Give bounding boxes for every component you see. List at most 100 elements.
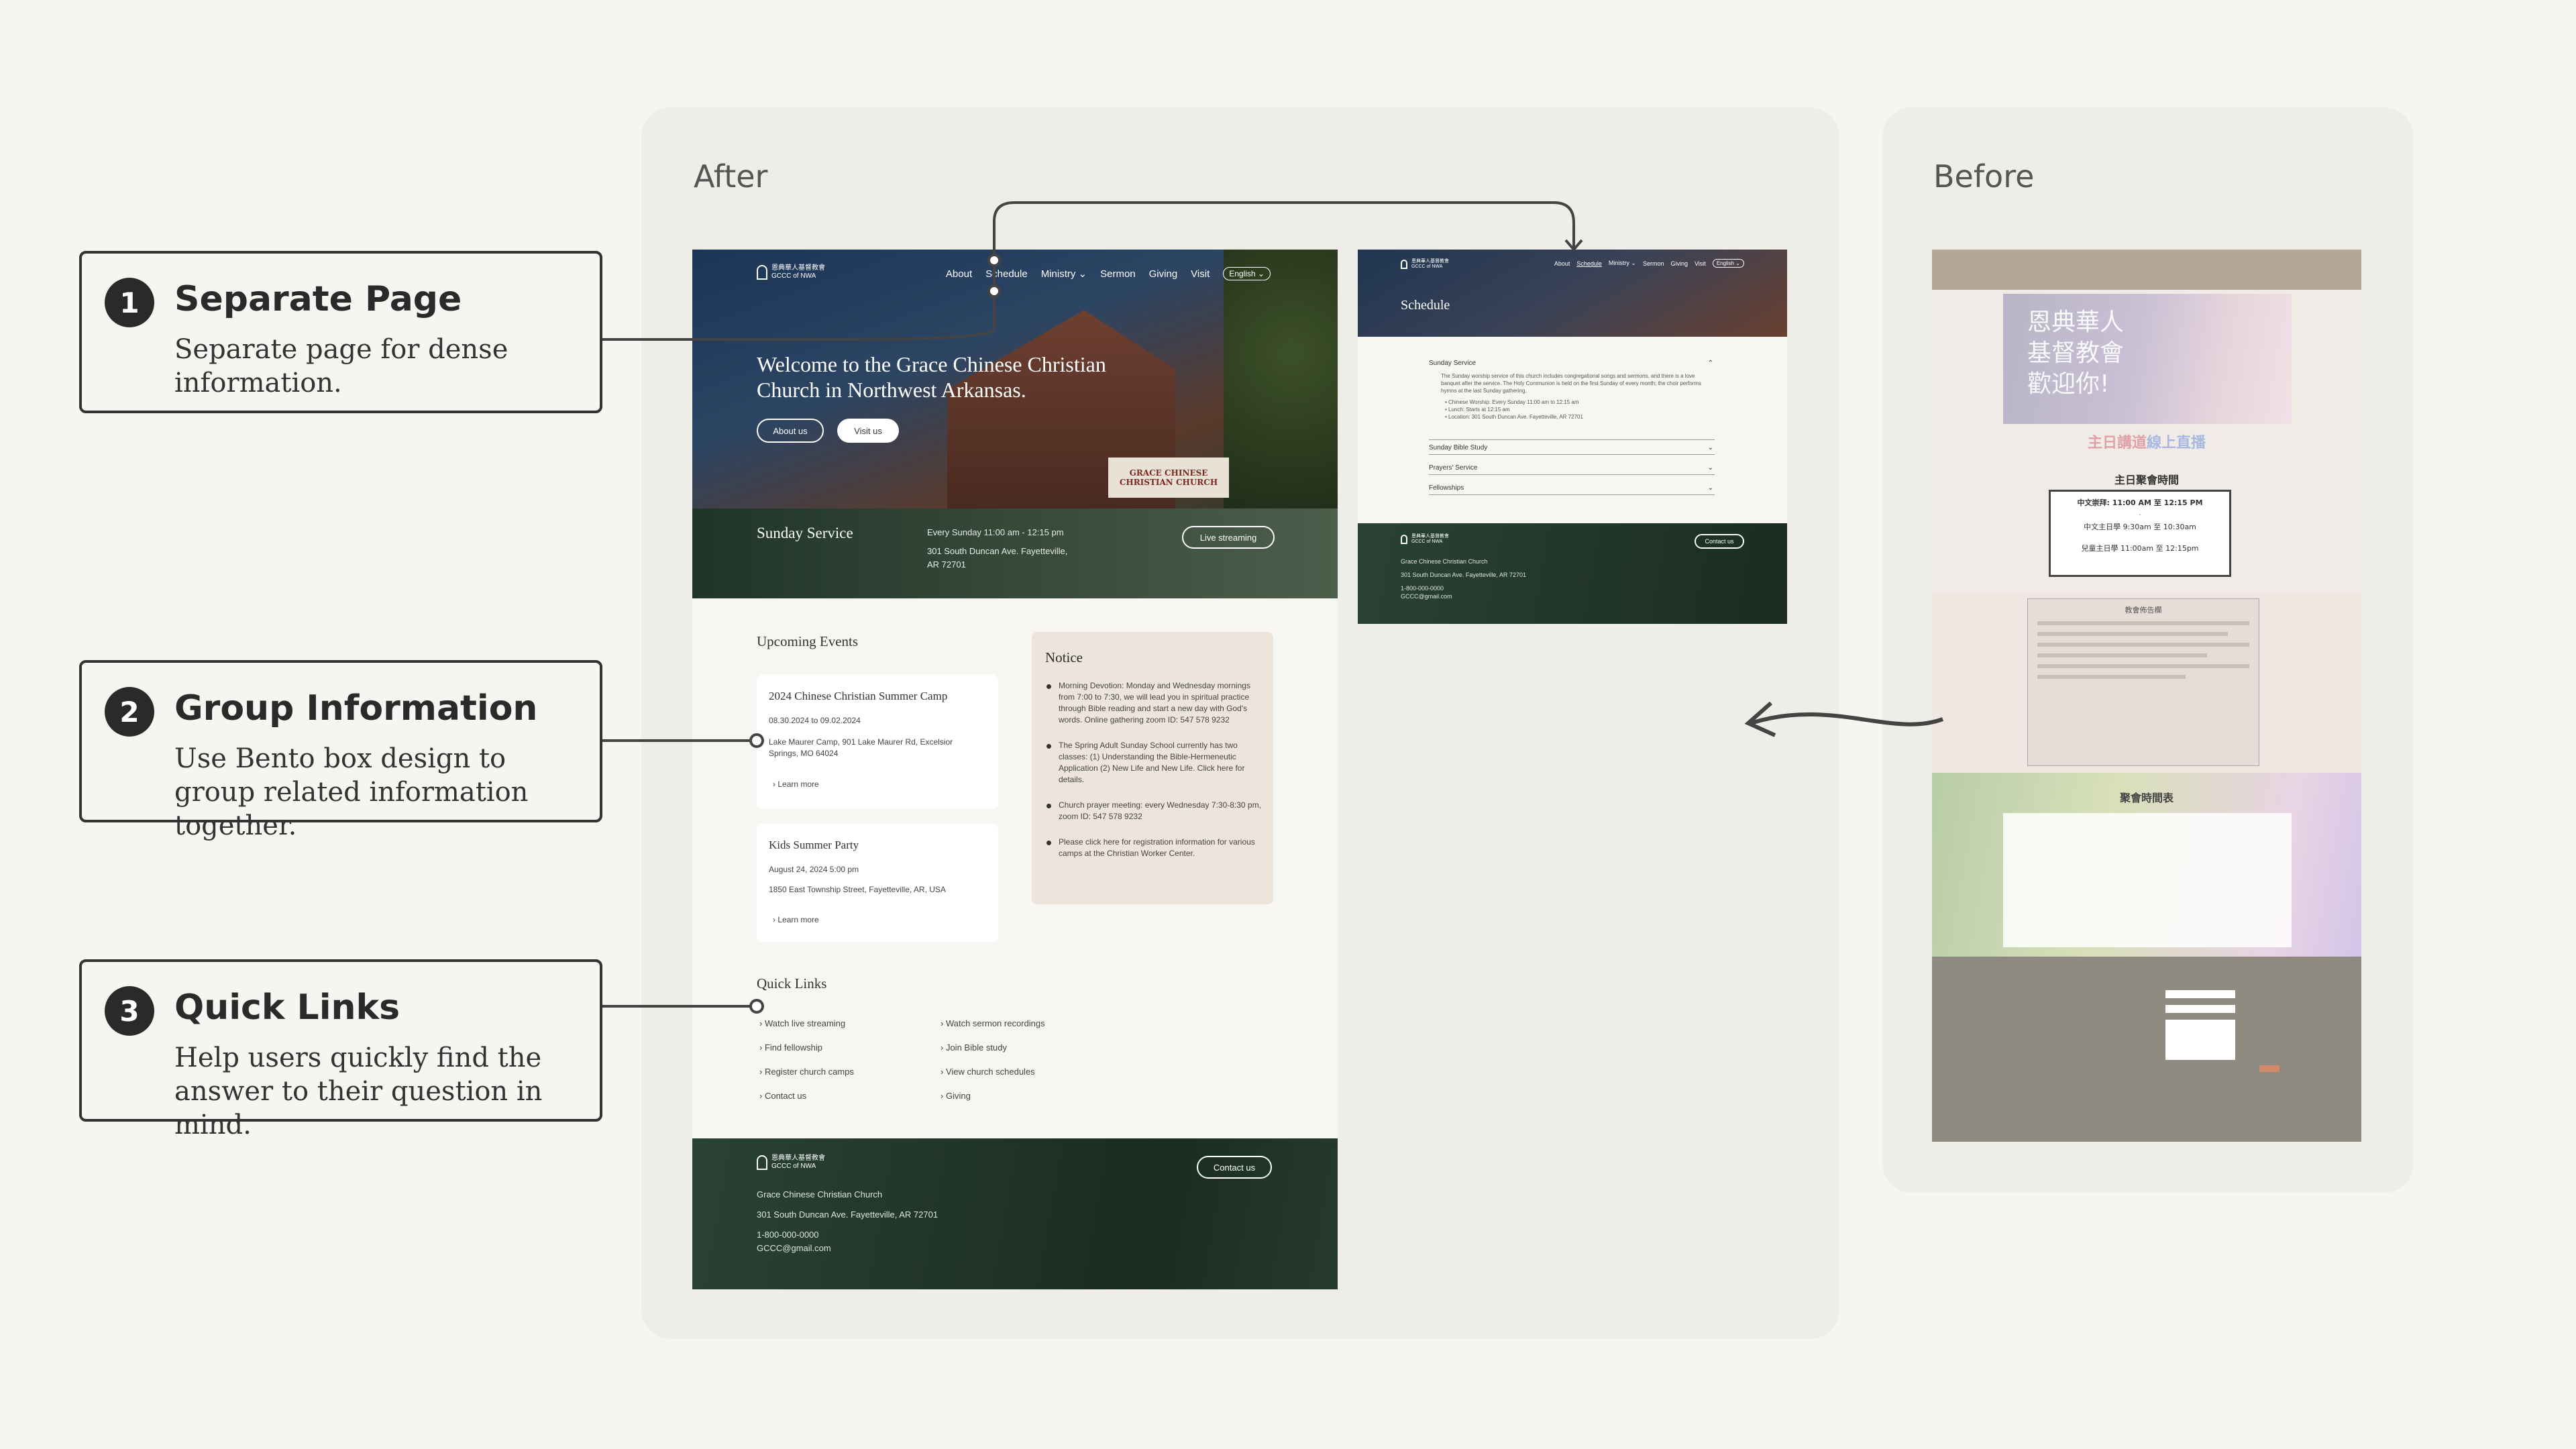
sunday-service-address: 301 South Duncan Ave. Fayetteville, AR 7…	[927, 546, 1068, 570]
nav-about[interactable]: About	[946, 268, 972, 280]
event-card[interactable]: 2024 Chinese Christian Summer Camp 08.30…	[757, 675, 998, 809]
quick-link[interactable]: › Giving	[941, 1091, 971, 1101]
main-nav: About Schedule Ministry ⌄ Sermon Giving …	[946, 267, 1271, 280]
schedule-title: Schedule	[1401, 298, 1450, 313]
chevron-down-icon: ⌄	[1707, 464, 1713, 472]
service-bullet: • Lunch: Starts at 12:15 am	[1445, 407, 1510, 413]
callout-desc: Separate page for dense information.	[174, 334, 508, 398]
nav-sermon[interactable]: Sermon	[1100, 268, 1136, 280]
site-logo[interactable]: 恩典華人基督教會 GCCC of NWA	[757, 264, 825, 280]
callout-separate-page: 1 Separate Page Separate page for dense …	[79, 251, 602, 413]
quick-link[interactable]: › Contact us	[759, 1091, 806, 1101]
chevron-right-icon: ›	[773, 780, 775, 789]
site-logo[interactable]: 恩典華人基督教會 GCCC of NWA	[1401, 259, 1449, 270]
before-label: Before	[1933, 158, 2035, 195]
event-title: 2024 Chinese Christian Summer Camp	[769, 690, 948, 702]
old-hero-banner: 恩典華人 基督教會 歡迎你!	[2003, 294, 2292, 424]
contact-us-button[interactable]: Contact us	[1695, 534, 1744, 549]
quick-link[interactable]: › Register church camps	[759, 1067, 854, 1077]
sunday-service-bar: Sunday Service Every Sunday 11:00 am - 1…	[692, 508, 1338, 598]
site-footer: 恩典華人基督教會 GCCC of NWA Grace Chinese Christ…	[692, 1138, 1338, 1289]
accordion-sunday-service[interactable]: Sunday Service ⌃ The Sunday worship serv…	[1429, 360, 1715, 440]
callout-title: Group Information	[174, 688, 538, 729]
notice-list: Morning Devotion: Monday and Wednesday m…	[1046, 680, 1261, 873]
callout-title: Quick Links	[174, 987, 400, 1028]
church-sign: GRACE CHINESE CHRISTIAN CHURCH	[1108, 458, 1229, 498]
callout-number: 3	[105, 986, 154, 1036]
old-contact-message-field[interactable]	[2165, 1020, 2235, 1060]
schedule-nav: About Schedule Ministry ⌄ Sermon Giving …	[1554, 259, 1744, 268]
old-footer	[1932, 957, 2361, 1142]
quick-link[interactable]: › View church schedules	[941, 1067, 1035, 1077]
event-place: 1850 East Township Street, Fayetteville,…	[769, 885, 946, 894]
event-card[interactable]: Kids Summer Party August 24, 2024 5:00 p…	[757, 824, 998, 942]
footer-logo: 恩典華人基督教會 GCCC of NWA	[757, 1155, 825, 1171]
learn-more-link[interactable]: › Learn more	[773, 780, 819, 789]
event-place: Lake Maurer Camp, 901 Lake Maurer Rd, Ex…	[769, 737, 953, 758]
old-schedule-table	[2003, 813, 2292, 947]
church-logo-icon	[1401, 535, 1407, 544]
callout-group-information: 2 Group Information Use Bento box design…	[79, 660, 602, 841]
learn-more-link[interactable]: › Learn more	[773, 915, 819, 924]
nav-schedule[interactable]: Schedule	[1576, 260, 1602, 267]
service-bullet: • Location: 301 South Duncan Ave. Fayett…	[1445, 414, 1583, 420]
sunday-service-time: Every Sunday 11:00 am - 12:15 pm	[927, 527, 1064, 537]
footer-email[interactable]: GCCC@gmail.com	[1401, 593, 1452, 600]
quick-link[interactable]: › Find fellowship	[759, 1042, 822, 1053]
footer-email[interactable]: GCCC@gmail.com	[757, 1243, 831, 1253]
notice-item: Please click here for registration infor…	[1046, 837, 1261, 859]
footer-church-name: Grace Chinese Christian Church	[1401, 558, 1488, 565]
quick-link[interactable]: › Watch live streaming	[759, 1018, 845, 1028]
about-us-button[interactable]: About us	[757, 419, 824, 443]
language-select[interactable]: English ⌄	[1712, 259, 1744, 268]
nav-giving[interactable]: Giving	[1670, 260, 1688, 267]
footer-address: 301 South Duncan Ave. Fayetteville, AR 7…	[1401, 572, 1526, 578]
live-streaming-button[interactable]: Live streaming	[1182, 526, 1275, 549]
old-service-box: 中文崇拜: 11:00 AM 至 12:15 PM · 中文主日學 9:30am…	[2049, 490, 2231, 577]
upcoming-events-title: Upcoming Events	[757, 633, 859, 649]
quick-link[interactable]: › Join Bible study	[941, 1042, 1007, 1053]
callout-title: Separate Page	[174, 279, 462, 319]
quick-links-title: Quick Links	[757, 975, 827, 991]
nav-visit[interactable]: Visit	[1695, 260, 1706, 267]
event-date: 08.30.2024 to 09.02.2024	[769, 716, 861, 725]
nav-sermon[interactable]: Sermon	[1643, 260, 1664, 267]
accordion-bible-study[interactable]: Sunday Bible Study ⌄	[1429, 444, 1715, 455]
old-service-heading: 主日聚會時間	[2114, 474, 2179, 486]
nav-schedule[interactable]: Schedule	[985, 268, 1028, 280]
accordion-fellowships[interactable]: Fellowships ⌄	[1429, 484, 1715, 495]
old-contact-name-field[interactable]	[2165, 990, 2235, 998]
chevron-down-icon: ⌄	[1707, 444, 1713, 451]
accordion-prayers-service[interactable]: Prayers' Service ⌄	[1429, 464, 1715, 475]
old-submit-button[interactable]	[2259, 1065, 2279, 1072]
hero-title: Welcome to the Grace Chinese Christian C…	[757, 352, 1106, 402]
chevron-down-icon: ⌄	[1078, 268, 1087, 280]
nav-about[interactable]: About	[1554, 260, 1570, 267]
quick-link[interactable]: › Watch sermon recordings	[941, 1018, 1045, 1028]
old-notice-title: 教會佈告欄	[2125, 606, 2162, 614]
old-hero-text: 恩典華人 基督教會 歡迎你!	[2027, 309, 2125, 398]
notice-title: Notice	[1045, 649, 1083, 665]
church-logo-icon	[757, 1155, 767, 1170]
language-select[interactable]: English ⌄	[1223, 267, 1271, 280]
nav-ministry[interactable]: Ministry ⌄	[1609, 260, 1636, 267]
nav-ministry[interactable]: Ministry ⌄	[1041, 268, 1087, 280]
notice-item: Morning Devotion: Monday and Wednesday m…	[1046, 680, 1261, 726]
callout-quick-links: 3 Quick Links Help users quickly find th…	[79, 959, 602, 1140]
old-nav-bar	[1932, 250, 2361, 290]
footer-phone: 1-800-000-0000	[1401, 585, 1444, 592]
footer-phone: 1-800-000-0000	[757, 1230, 819, 1240]
footer-logo: 恩典華人基督教會 GCCC of NWA	[1401, 534, 1449, 545]
nav-giving[interactable]: Giving	[1149, 268, 1178, 280]
visit-us-button[interactable]: Visit us	[837, 419, 899, 443]
service-description: The Sunday worship service of this churc…	[1441, 373, 1702, 394]
event-title: Kids Summer Party	[769, 839, 859, 851]
old-contact-email-field[interactable]	[2165, 1005, 2235, 1013]
old-schedule-section: 聚會時間表	[1932, 773, 2361, 957]
contact-us-button[interactable]: Contact us	[1197, 1156, 1272, 1179]
service-bullet: • Chinese Worship: Every Sunday 11:00 am…	[1445, 399, 1579, 405]
notice-item: Church prayer meeting: every Wednesday 7…	[1046, 800, 1261, 822]
schedule-page-mockup: 恩典華人基督教會 GCCC of NWA About Schedule Minis…	[1358, 250, 1787, 624]
old-live-stream-heading[interactable]: 主日講道線上直播	[1932, 431, 2361, 452]
nav-visit[interactable]: Visit	[1191, 268, 1210, 280]
